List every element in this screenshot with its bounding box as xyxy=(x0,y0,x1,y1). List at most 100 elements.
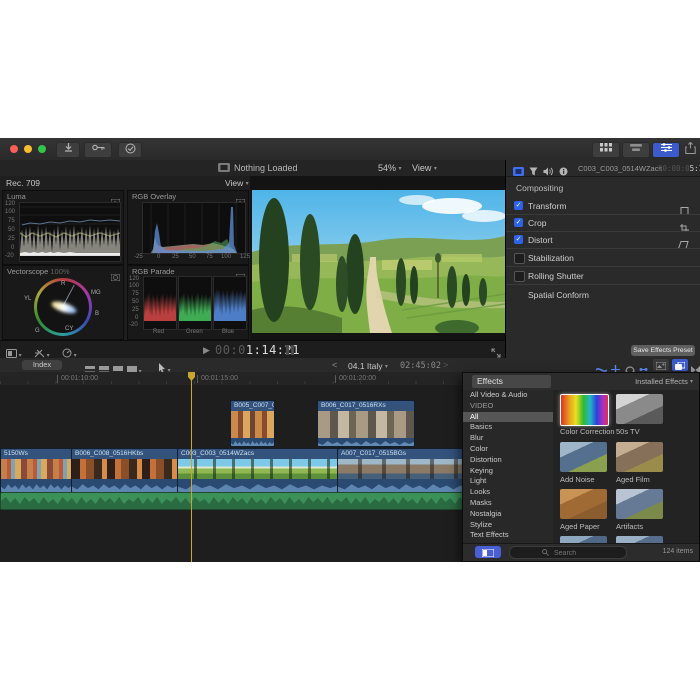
primary-clip-2[interactable]: B006_C008_0516HKbs xyxy=(71,448,179,493)
effect-thumb-add-noise[interactable] xyxy=(560,442,607,472)
effect-label: Color Correction xyxy=(560,427,615,436)
parade-red xyxy=(143,276,177,330)
rgb-parade-title: RGB Parade xyxy=(132,267,175,276)
vectorscope: Vectorscope 100% R MG B CY G YL xyxy=(2,265,124,340)
category-keying[interactable]: Keying xyxy=(463,466,553,477)
project-name-menu[interactable]: 04.1 Italy ▾ xyxy=(348,361,388,371)
crop-checkbox[interactable]: ✓ xyxy=(514,218,523,227)
keywords-button[interactable] xyxy=(84,142,112,158)
scope-display-icon[interactable] xyxy=(111,268,120,286)
chevron-down-icon: ▾ xyxy=(385,364,388,370)
viewer-view-menu[interactable]: View ▾ xyxy=(412,163,437,173)
category-text-effects[interactable]: Text Effects xyxy=(463,530,553,541)
timeline-toggle-button[interactable] xyxy=(622,142,650,158)
background-tasks-button[interactable] xyxy=(118,142,142,158)
parade-label-red: Red xyxy=(153,329,164,335)
connected-clip-b005[interactable]: B005_C007_05... xyxy=(230,400,275,447)
installed-effects-menu[interactable]: Installed Effects ▾ xyxy=(635,377,693,386)
audio-inspector-tab[interactable] xyxy=(543,163,553,181)
category-distortion[interactable]: Distortion xyxy=(463,455,553,466)
effect-thumb-50s-tv[interactable] xyxy=(616,394,663,424)
viewer-zoom-menu[interactable]: 54% ▾ xyxy=(378,163,402,173)
category-color[interactable]: Color xyxy=(463,444,553,455)
overlay-axis-25: 25 xyxy=(172,254,179,260)
parade-label-blue: Blue xyxy=(222,329,234,335)
grid-icon xyxy=(600,143,612,152)
effect-thumb-aged-film[interactable] xyxy=(616,442,663,472)
distort-checkbox[interactable]: ✓ xyxy=(514,235,523,244)
sidebar-toggle-button[interactable] xyxy=(475,546,501,558)
category-stylize[interactable]: Stylize xyxy=(463,520,553,531)
sliders-icon xyxy=(661,143,672,152)
video-inspector-tab[interactable] xyxy=(513,163,524,181)
connected-audio-clip[interactable] xyxy=(0,492,475,510)
category-blur[interactable]: Blur xyxy=(463,433,553,444)
index-button[interactable]: Index xyxy=(22,360,62,370)
category-masks[interactable]: Masks xyxy=(463,498,553,509)
previous-project-arrow[interactable]: < xyxy=(332,360,337,370)
play-icon[interactable]: ▶ xyxy=(203,345,210,356)
scopes-view-menu[interactable]: View ▾ xyxy=(225,178,249,188)
luma-axis-0: 0 xyxy=(11,245,14,251)
effects-inspector-tab[interactable] xyxy=(529,163,538,181)
browser-toggle-button[interactable] xyxy=(592,142,620,158)
playhead[interactable] xyxy=(191,372,192,562)
search-input[interactable] xyxy=(552,547,626,560)
category-looks[interactable]: Looks xyxy=(463,487,553,498)
stabilization-checkbox[interactable] xyxy=(514,253,525,264)
title-bar xyxy=(0,138,700,161)
close-button[interactable] xyxy=(10,145,18,153)
distort-row: ✓ Distort xyxy=(506,232,700,248)
save-effects-preset-button[interactable]: Save Effects Preset xyxy=(631,345,695,356)
inspector-toggle-button[interactable] xyxy=(652,142,680,158)
parade-axis-100: 100 xyxy=(129,283,139,289)
vectorscope-label-r: R xyxy=(61,281,65,287)
video-frame-tuscany[interactable] xyxy=(252,190,505,333)
effect-thumb-artifacts[interactable] xyxy=(616,489,663,519)
primary-clip-3-selected[interactable]: C003_C003_0514WZacs xyxy=(177,448,339,493)
vectorscope-label-mg: MG xyxy=(91,290,101,296)
category-light[interactable]: Light xyxy=(463,476,553,487)
connected-clip-b006-c017[interactable]: B006_C017_0516RXs xyxy=(317,400,415,447)
stabilization-row: Stabilization xyxy=(506,250,700,266)
primary-clip-4[interactable]: A007_C017_0515BGs xyxy=(337,448,475,493)
parade-blue xyxy=(213,276,247,330)
search-icon xyxy=(542,549,549,556)
info-inspector-tab[interactable] xyxy=(559,163,568,181)
import-media-button[interactable] xyxy=(56,142,80,158)
share-icon xyxy=(685,142,696,154)
effect-thumb-color-correction[interactable] xyxy=(560,394,609,426)
effects-category-list: All Video & Audio VIDEO All Basics Blur … xyxy=(463,390,554,544)
effects-item-count: 124 items xyxy=(663,548,693,555)
effect-label: Aged Film xyxy=(616,475,650,484)
effects-search-field[interactable] xyxy=(509,546,627,559)
rgb-overlay-scope: RGB Overlay -25 0 25 50 75 100 125 xyxy=(127,190,249,265)
audio-meter-right[interactable] xyxy=(291,345,294,355)
scopes-header: Rec. 709 View ▾ xyxy=(0,176,251,190)
overlay-axis-neg25: -25 xyxy=(134,254,143,260)
audio-meter-left[interactable] xyxy=(286,345,289,355)
effects-browser-button[interactable] xyxy=(672,359,688,371)
zoom-button[interactable] xyxy=(38,145,46,153)
ruler-label-1: 00:01:10:00 xyxy=(57,375,98,383)
rolling-shutter-checkbox[interactable] xyxy=(514,271,525,282)
parade-axis-25: 25 xyxy=(132,307,139,313)
share-button[interactable] xyxy=(683,142,697,156)
next-project-arrow[interactable]: > xyxy=(443,360,448,370)
category-basics[interactable]: Basics xyxy=(463,422,553,433)
minimize-button[interactable] xyxy=(24,145,32,153)
parade-axis-0: 0 xyxy=(135,315,138,321)
spatial-conform-row: Spatial Conform xyxy=(506,287,700,303)
effect-thumb-aged-paper[interactable] xyxy=(560,489,607,519)
category-nostalgia[interactable]: Nostalgia xyxy=(463,509,553,520)
category-all-selected[interactable]: All xyxy=(463,412,553,423)
transform-checkbox[interactable]: ✓ xyxy=(514,201,523,210)
media-browser-button[interactable] xyxy=(653,359,669,371)
inspector-pane: C003_C003_0514WZacs 00:00:05:19 Composit… xyxy=(505,160,700,358)
category-all-video-audio[interactable]: All Video & Audio xyxy=(463,390,553,401)
parade-label-green: Green xyxy=(186,329,203,335)
crop-row: ✓ Crop xyxy=(506,215,700,231)
timeline-icon xyxy=(630,143,642,152)
transform-row: ✓ Transform xyxy=(506,198,700,214)
primary-clip-1[interactable]: 5150Ws xyxy=(0,448,73,493)
